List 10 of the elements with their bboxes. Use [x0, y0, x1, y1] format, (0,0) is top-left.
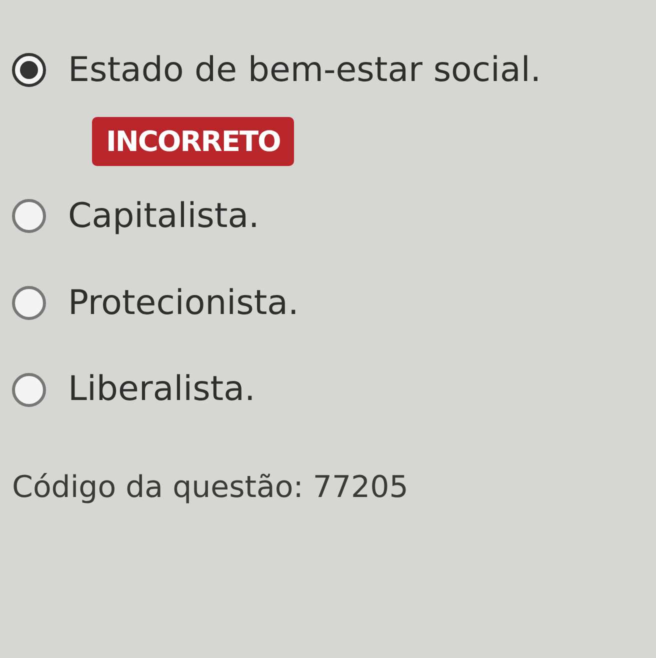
radio-button[interactable] — [12, 286, 46, 320]
option-label: Protecionista. — [68, 282, 299, 324]
option-label: Liberalista. — [68, 369, 256, 410]
radio-button[interactable] — [12, 372, 46, 407]
radio-button[interactable] — [12, 199, 46, 234]
option-label: Capitalista. — [68, 196, 260, 237]
radio-button[interactable] — [12, 53, 46, 88]
incorrect-badge: INCORRETO — [92, 116, 294, 166]
option-label: Estado de bem-estar social. — [68, 50, 542, 91]
question-code: Código da questão: 77205 — [12, 470, 410, 506]
